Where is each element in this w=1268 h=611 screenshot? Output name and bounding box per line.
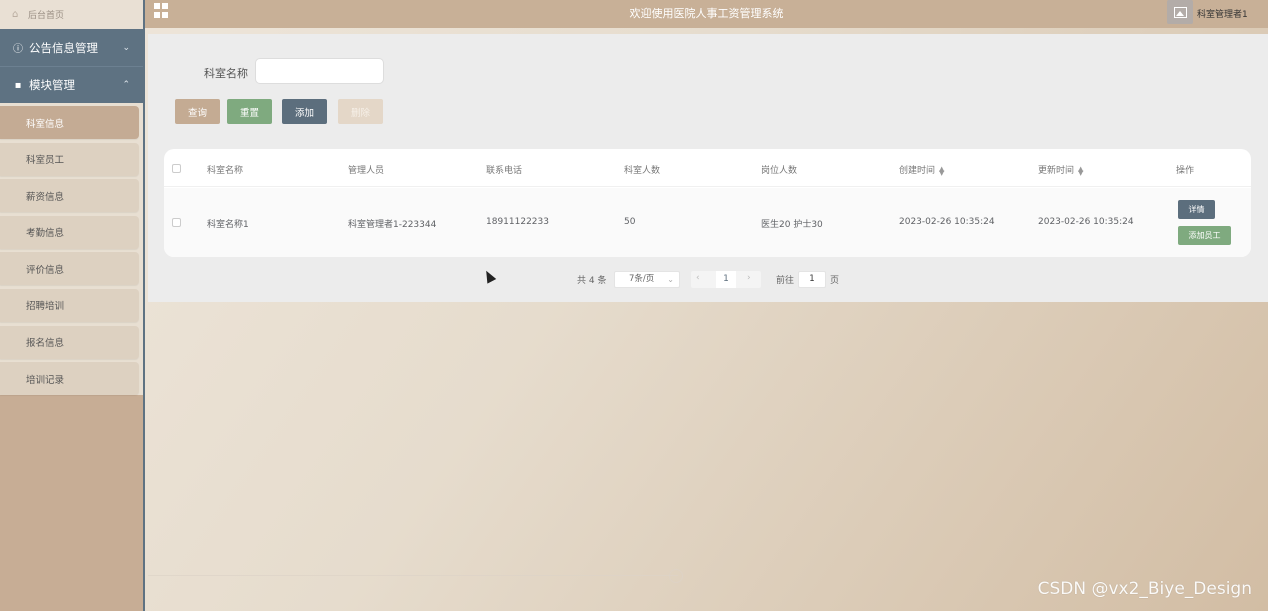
table-header: 科室名称 管理人员 联系电话 科室人数 岗位人数 创建时间 ▲ ▼ 更新时间 ▲ ▼ 操… [164,149,1251,187]
sidebar-item-registration[interactable]: 报名信息 [0,325,139,359]
home-icon: ⌂ [12,8,19,20]
top-bar: 欢迎使用医院人事工资管理系统 科室管理者1 [145,0,1268,28]
page-size-select[interactable]: 7条/页 ⌄ [614,271,680,288]
info-circle-icon: ⓘ [13,44,23,55]
grid-icon: ▪ [14,79,22,91]
pagination: 共 4 条 7条/页 ⌄ ‹ 1 › 前往 1 页 [148,271,1268,288]
page-suffix: 页 [830,276,840,286]
sidebar-group-modules[interactable]: ▪ 模块管理 ⌃ [0,66,143,103]
chevron-up-icon: ⌃ [122,80,130,90]
sidebar-home-link[interactable]: ⌂ 后台首页 [0,0,143,29]
delete-button[interactable]: 删除 [338,99,383,124]
chevron-down-icon: ⌄ [667,275,674,284]
watermark: CSDN @vx2_Biye_Design [1037,579,1252,599]
column-header-created[interactable]: 创建时间 ▲ ▼ [899,163,944,176]
sidebar-item-evaluation[interactable]: 评价信息 [0,252,139,286]
cell-manager: 科室管理者1-223344 [348,220,437,230]
next-page-icon[interactable]: › [747,273,751,283]
column-header-label: 创建时间 [899,166,936,176]
chevron-down-icon: ⌄ [122,42,130,53]
sidebar-item-label: 培训记录 [26,374,65,386]
sidebar-item-label: 科室信息 [26,118,65,130]
sidebar-submenu: 科室信息 科室员工 薪资信息 考勤信息 评价信息 招聘培训 报名信息 培训记录 [0,103,143,396]
select-all-checkbox[interactable] [172,164,181,173]
column-header: 科室名称 [207,166,244,176]
add-employee-button[interactable]: 添加员工 [1178,226,1231,245]
cell-positions: 医生20 护士30 [761,220,823,230]
system-title: 欢迎使用医院人事工资管理系统 [629,7,784,20]
image-icon [1173,6,1187,18]
cell-staff-count: 50 [624,217,636,227]
goto-label: 前往 [776,276,795,286]
reset-button[interactable]: 重置 [227,99,272,124]
detail-button[interactable]: 详情 [1178,200,1215,219]
sort-icon[interactable]: ▲ ▼ [1078,165,1083,176]
sidebar-group-label: 公告信息管理 [29,40,98,55]
sidebar-item-department-info[interactable]: 科室信息 [0,106,139,139]
column-header-label: 更新时间 [1038,166,1075,176]
sidebar-item-label: 招聘培训 [26,301,65,313]
sidebar-item-label: 科室员工 [26,155,65,167]
sidebar-item-department-staff[interactable]: 科室员工 [0,142,139,176]
column-header-updated[interactable]: 更新时间 ▲ ▼ [1038,163,1083,176]
cell-updated-time: 2023-02-26 10:35:24 [1038,217,1134,227]
main-panel: 科室名称 查询 重置 添加 删除 科室名称 管理人员 联系电话 科室人数 岗位人… [148,34,1268,302]
prev-page-icon[interactable]: ‹ [696,273,700,283]
sidebar-item-training-records[interactable]: 培训记录 [0,362,139,396]
sidebar-item-recruitment[interactable]: 招聘培训 [0,288,139,322]
search-label: 科室名称 [204,67,248,80]
sidebar-item-attendance[interactable]: 考勤信息 [0,215,139,249]
add-button[interactable]: 添加 [282,99,327,124]
sidebar-item-label: 评价信息 [26,264,65,276]
row-checkbox[interactable] [172,218,181,227]
background-slider-knob [669,569,683,583]
column-header: 操作 [1176,166,1195,176]
avatar[interactable] [1167,0,1193,24]
sidebar-item-label: 考勤信息 [26,228,65,240]
cell-phone: 18911122233 [486,217,549,227]
goto-page-input[interactable]: 1 [798,271,826,288]
cell-department-name: 科室名称1 [207,220,249,230]
cell-created-time: 2023-02-26 10:35:24 [899,217,995,227]
column-header: 联系电话 [486,166,523,176]
background-slider-track [148,575,678,576]
pagination-total: 共 4 条 [577,276,607,286]
column-header: 岗位人数 [761,166,798,176]
user-name[interactable]: 科室管理者1 [1197,7,1248,20]
pager-controls: ‹ 1 › [691,271,761,288]
sidebar-group-announcements[interactable]: ⓘ 公告信息管理 ⌄ [0,29,143,66]
data-table: 科室名称 管理人员 联系电话 科室人数 岗位人数 创建时间 ▲ ▼ 更新时间 ▲ ▼ 操… [164,149,1251,257]
department-name-input[interactable] [255,58,384,84]
column-header: 科室人数 [624,166,661,176]
current-page-number[interactable]: 1 [716,271,736,288]
table-row: 科室名称1 科室管理者1-223344 18911122233 50 医生20 … [164,188,1251,257]
sidebar-group-label: 模块管理 [29,78,75,92]
page-size-value: 7条/页 [629,274,655,284]
sidebar-item-label: 薪资信息 [26,191,65,203]
query-button[interactable]: 查询 [175,99,220,124]
sidebar-item-label: 报名信息 [26,338,65,350]
sidebar: ⌂ 后台首页 ⓘ 公告信息管理 ⌄ ▪ 模块管理 ⌃ 科室信息 科室员工 薪资信… [0,0,145,611]
column-header: 管理人员 [348,166,385,176]
sidebar-item-salary[interactable]: 薪资信息 [0,179,139,213]
sidebar-home-label: 后台首页 [28,11,65,21]
sort-icon[interactable]: ▲ ▼ [939,165,944,176]
